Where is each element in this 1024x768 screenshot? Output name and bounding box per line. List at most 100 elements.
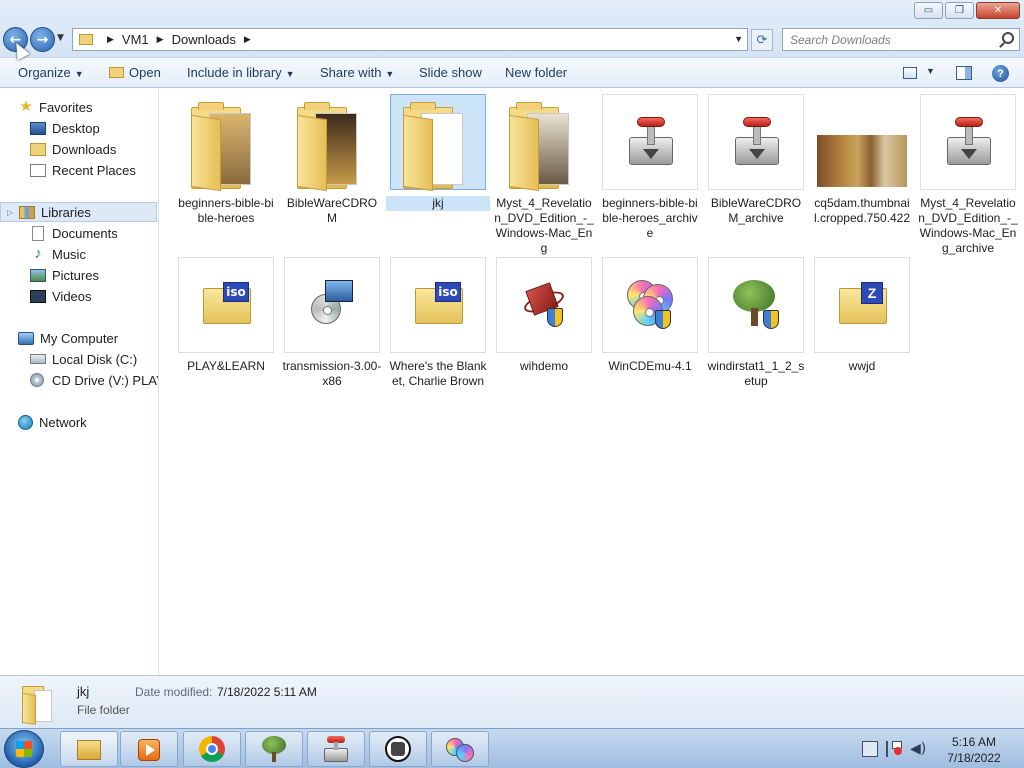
chevron-down-icon[interactable]: ▼ — [734, 34, 743, 44]
file-item[interactable]: WinCDEmu-4.1 — [598, 257, 702, 374]
file-item[interactable]: Myst_4_Revelation_DVD_Edition_-_Windows-… — [492, 94, 596, 256]
media-player-icon — [135, 736, 163, 762]
nav-videos[interactable]: Videos — [30, 286, 92, 306]
help-icon: ? — [992, 65, 1009, 82]
action-center-icon[interactable] — [886, 741, 902, 757]
share-with-menu[interactable]: Share with ▼ — [320, 65, 394, 80]
refresh-button[interactable]: ⟳ — [751, 29, 773, 51]
preview-pane-button[interactable] — [956, 66, 972, 80]
nav-cd-drive[interactable]: CD Drive (V:) PLAY& — [30, 370, 158, 390]
organize-menu[interactable]: Organize ▼ — [18, 65, 84, 80]
nav-my-computer[interactable]: My Computer — [18, 328, 118, 348]
help-button[interactable]: ? — [992, 65, 1009, 82]
iso-icon: iso — [390, 257, 486, 353]
file-item[interactable]: BibleWareCDROM_archive — [704, 94, 808, 226]
breadcrumb-downloads[interactable]: Downloads — [172, 32, 236, 47]
chevron-right-icon[interactable]: ▶ — [157, 34, 164, 45]
breadcrumb-vm1[interactable]: VM1 — [122, 32, 149, 47]
slide-show-button[interactable]: Slide show — [419, 65, 482, 80]
nav-favorites[interactable]: ★ Favorites — [18, 97, 92, 117]
close-button[interactable]: ✕ — [976, 2, 1020, 19]
nav-network[interactable]: Network — [18, 412, 87, 432]
nav-network-label: Network — [39, 414, 87, 430]
open-label: Open — [129, 65, 161, 80]
window-controls: ▭ ❐ ✕ — [912, 2, 1020, 19]
taskbar-chrome[interactable] — [183, 731, 241, 767]
iso-icon: iso — [178, 257, 274, 353]
file-name: PLAY&LEARN — [187, 359, 265, 373]
expand-arrow-icon[interactable]: ▷ — [7, 208, 13, 217]
taskbar-windirstat[interactable] — [245, 731, 303, 767]
file-name: cq5dam.thumbnail.cropped.750.422 — [813, 196, 911, 225]
nav-recent-places-label: Recent Places — [52, 162, 136, 178]
forward-button[interactable]: → — [30, 27, 55, 52]
chevron-down-icon: ▼ — [285, 69, 295, 79]
taskbar-app[interactable] — [369, 731, 427, 767]
refresh-icon: ⟳ — [756, 32, 768, 48]
transmission-icon — [602, 94, 698, 190]
search-input[interactable]: Search Downloads — [782, 28, 1020, 51]
include-in-library-label: Include in library — [187, 65, 282, 80]
file-item[interactable]: transmission-3.00-x86 — [280, 257, 384, 389]
address-bar[interactable]: ▶ VM1 ▶ Downloads ▶ ▼ — [72, 28, 748, 51]
file-item[interactable]: wihdemo — [492, 257, 596, 374]
chevron-right-icon[interactable]: ▶ — [244, 34, 251, 45]
nav-pictures[interactable]: Pictures — [30, 265, 99, 285]
nav-local-disk[interactable]: Local Disk (C:) — [30, 349, 137, 369]
taskbar-media-player[interactable] — [120, 731, 178, 767]
start-button[interactable] — [4, 730, 44, 768]
chevron-right-icon[interactable]: ▶ — [107, 34, 114, 45]
file-item[interactable]: iso PLAY&LEARN — [174, 257, 278, 374]
file-item[interactable]: beginners-bible-bible-heroes — [174, 94, 278, 226]
volume-icon[interactable]: ◀) — [910, 741, 926, 757]
taskbar-explorer[interactable] — [60, 731, 118, 767]
file-list: beginners-bible-bible-heroes BibleWareCD… — [160, 89, 1024, 675]
taskbar-transmission[interactable] — [307, 731, 365, 767]
recent-pages-dropdown[interactable]: ▼ — [57, 33, 64, 43]
file-item[interactable]: iso Where's the Blanket, Charlie Brown — [386, 257, 490, 389]
folder-icon — [496, 94, 592, 192]
nav-recent-places[interactable]: Recent Places — [30, 160, 136, 180]
change-view-button[interactable] — [903, 67, 917, 79]
nav-libraries[interactable]: Libraries — [0, 202, 157, 222]
title-bar: ▭ ❐ ✕ — [0, 0, 1024, 25]
file-item[interactable]: beginners-bible-bible-heroes_archive — [598, 94, 702, 241]
network-tray-icon[interactable] — [862, 741, 878, 757]
organize-label: Organize — [18, 65, 71, 80]
file-item[interactable]: jkj — [386, 94, 490, 211]
desktop-icon — [30, 121, 46, 135]
file-name: wwjd — [848, 359, 876, 373]
nav-music[interactable]: ♪ Music — [30, 244, 86, 264]
file-name: Myst_4_Revelation_DVD_Edition_-_Windows-… — [918, 196, 1018, 255]
view-options-dropdown[interactable]: ▼ — [926, 66, 935, 76]
music-icon: ♪ — [34, 245, 42, 262]
file-name: beginners-bible-bible-heroes_archive — [602, 196, 698, 240]
file-item[interactable]: Z wwjd — [810, 257, 914, 374]
file-name: BibleWareCDROM — [286, 196, 378, 225]
folder-icon — [22, 682, 56, 725]
file-item[interactable]: Myst_4_Revelation_DVD_Edition_-_Windows-… — [916, 94, 1020, 256]
minimize-button[interactable]: ▭ — [914, 2, 943, 19]
system-clock[interactable]: 5:16 AM 7/18/2022 — [940, 734, 1008, 766]
file-item[interactable]: BibleWareCDROM — [280, 94, 384, 226]
nav-desktop[interactable]: Desktop — [30, 118, 100, 138]
open-button[interactable]: Open — [109, 65, 161, 80]
explorer-icon — [75, 736, 103, 762]
nav-documents[interactable]: Documents — [30, 223, 118, 243]
command-bar: Organize ▼ Open Include in library ▼ Share… — [0, 57, 1024, 88]
maximize-button[interactable]: ❐ — [945, 2, 974, 19]
taskbar: ◀) 5:16 AM 7/18/2022 — [0, 728, 1024, 768]
file-item[interactable]: windirstat1_1_2_setup — [704, 257, 808, 389]
hard-drive-icon — [30, 354, 46, 364]
file-name: WinCDEmu-4.1 — [608, 359, 692, 373]
taskbar-wincdemu[interactable] — [431, 731, 489, 767]
documents-icon — [32, 225, 44, 241]
nav-downloads[interactable]: Downloads — [30, 139, 116, 159]
details-date-label: Date modified: — [135, 685, 213, 699]
new-folder-button[interactable]: New folder — [505, 65, 567, 80]
transmission-icon — [920, 94, 1016, 190]
include-in-library-menu[interactable]: Include in library ▼ — [187, 65, 295, 80]
nav-documents-label: Documents — [52, 225, 118, 241]
file-item[interactable]: cq5dam.thumbnail.cropped.750.422 — [810, 94, 914, 226]
search-icon[interactable] — [1002, 32, 1014, 44]
